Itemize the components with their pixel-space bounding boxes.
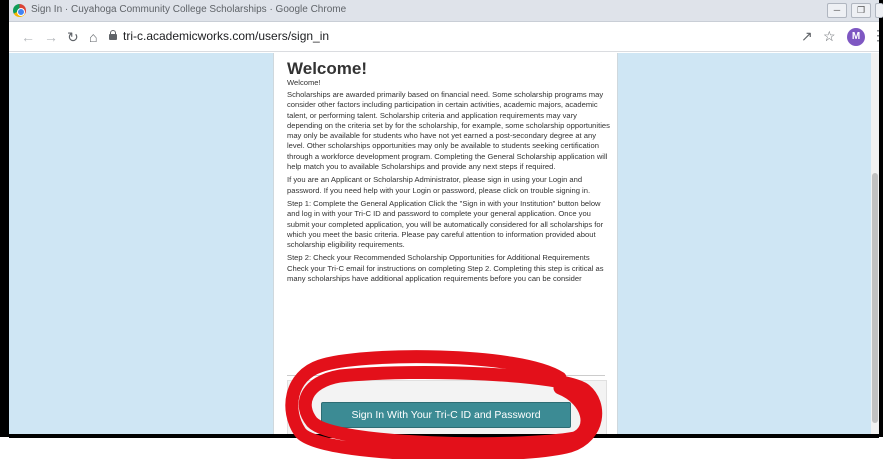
- address-bar[interactable]: tri-c.academicworks.com/users/sign_in: [109, 27, 789, 47]
- screenshot-bottom-margin: [0, 437, 883, 459]
- profile-avatar[interactable]: M: [847, 28, 865, 46]
- page-title: Welcome!: [287, 59, 367, 78]
- step-2-paragraph: Step 2: Check your Recommended Scholarsh…: [287, 253, 604, 284]
- bookmark-star-icon[interactable]: ☆: [823, 28, 836, 44]
- screenshot-frame-right: [879, 0, 883, 441]
- forward-arrow-icon[interactable]: →: [44, 29, 58, 45]
- close-icon[interactable]: [875, 3, 883, 18]
- divider: [287, 375, 605, 376]
- page-subtitle: Welcome!: [287, 78, 321, 87]
- browser-title-bar: Sign In · Cuyahoga Community College Sch…: [9, 0, 883, 22]
- restore-icon[interactable]: ❐: [851, 3, 871, 18]
- step-1-paragraph: Step 1: Complete the General Application…: [287, 198, 604, 250]
- lock-icon: [109, 30, 117, 40]
- intro-paragraph: Scholarships are awarded primarily based…: [287, 90, 610, 172]
- share-icon[interactable]: ↗: [801, 28, 813, 44]
- minimize-icon[interactable]: ─: [827, 3, 847, 18]
- home-icon[interactable]: ⌂: [89, 29, 97, 45]
- scrollbar-thumb[interactable]: [872, 173, 878, 423]
- menu-kebab-icon[interactable]: ⋮: [871, 27, 883, 44]
- signin-button-panel: Sign In With Your Tri-C ID and Password: [287, 380, 607, 434]
- browser-toolbar: ← → ↻ ⌂ tri-c.academicworks.com/users/si…: [9, 22, 883, 52]
- signin-card: Welcome! Welcome! Scholarships are award…: [273, 53, 618, 434]
- window-title: Sign In · Cuyahoga Community College Sch…: [31, 4, 347, 15]
- screenshot-frame-bottom: [9, 434, 879, 438]
- url-text[interactable]: tri-c.academicworks.com/users/sign_in: [123, 29, 329, 43]
- page-scrollbar[interactable]: [871, 53, 879, 434]
- reload-icon[interactable]: ↻: [67, 29, 79, 45]
- page-viewport: Welcome! Welcome! Scholarships are award…: [9, 53, 871, 434]
- signin-help-paragraph: If you are an Applicant or Scholarship A…: [287, 175, 591, 195]
- screenshot-frame-left: [0, 0, 9, 441]
- chrome-logo-icon: [13, 4, 26, 17]
- back-arrow-icon[interactable]: ←: [21, 29, 35, 45]
- signin-with-tri-c-button[interactable]: Sign In With Your Tri-C ID and Password: [321, 402, 571, 428]
